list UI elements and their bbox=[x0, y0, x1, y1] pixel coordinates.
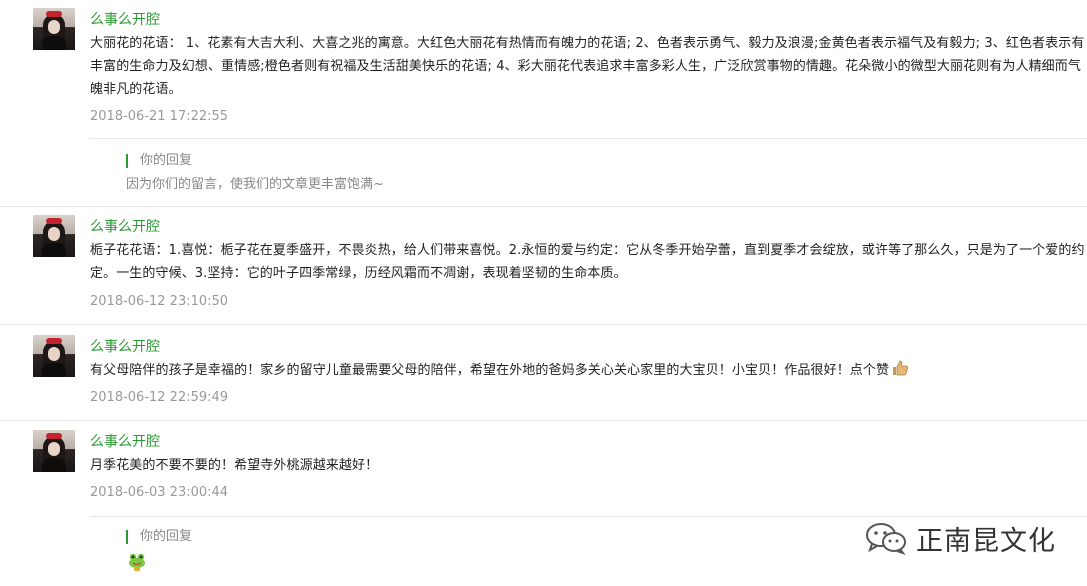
comment-nickname[interactable]: 么事么开腔 bbox=[90, 11, 160, 29]
avatar[interactable] bbox=[33, 8, 75, 50]
comment-divider bbox=[0, 420, 1087, 421]
reply-label: 你的回复 bbox=[140, 529, 193, 544]
comment-text: 月季花美的不要不要的！希望寺外桃源越来越好！ bbox=[90, 458, 379, 473]
comment-nickname[interactable]: 么事么开腔 bbox=[90, 338, 160, 356]
avatar[interactable] bbox=[33, 335, 75, 377]
reply-divider bbox=[90, 516, 1087, 517]
comment-divider bbox=[0, 206, 1087, 207]
comment-text: 大丽花的花语： 1、花素有大吉大利、大喜之兆的寓意。大红色大丽花有热情而有魄力的… bbox=[90, 36, 1085, 97]
watermark-text: 正南昆文化 bbox=[916, 525, 1056, 557]
comment-divider bbox=[0, 324, 1087, 325]
comment-nickname[interactable]: 么事么开腔 bbox=[90, 218, 160, 236]
comment-timestamp: 2018-06-12 22:59:49 bbox=[90, 390, 229, 405]
comment-timestamp: 2018-06-03 23:00:44 bbox=[90, 485, 229, 500]
comment-text: 有父母陪伴的孩子是幸福的！家乡的留守儿童最需要父母的陪伴，希望在外地的爸妈多关心… bbox=[90, 359, 1085, 382]
comment-text-content: 有父母陪伴的孩子是幸福的！家乡的留守儿童最需要父母的陪伴，希望在外地的爸妈多关心… bbox=[90, 363, 890, 378]
comment-timestamp: 2018-06-12 23:10:50 bbox=[90, 294, 229, 309]
watermark: 正南昆文化 bbox=[864, 520, 1056, 557]
thumbs-up-icon bbox=[893, 360, 909, 376]
wechat-logo-icon bbox=[866, 523, 906, 555]
avatar[interactable] bbox=[33, 430, 75, 472]
reply-divider bbox=[90, 138, 1087, 139]
reply-label: 你的回复 bbox=[140, 153, 193, 168]
reply-indicator-bar bbox=[126, 154, 128, 168]
reply-indicator-bar bbox=[126, 530, 128, 544]
reply-text: 因为你们的留言，使我们的文章更丰富饱满~ bbox=[126, 177, 384, 192]
comment-nickname[interactable]: 么事么开腔 bbox=[90, 433, 160, 451]
avatar[interactable] bbox=[33, 215, 75, 257]
frog-emoji-icon bbox=[129, 553, 145, 571]
comment-text: 栀子花花语：1.喜悦：栀子花在夏季盛开，不畏炎热，给人们带来喜悦。2.永恒的爱与… bbox=[90, 243, 1085, 281]
comment-timestamp: 2018-06-21 17:22:55 bbox=[90, 109, 229, 124]
